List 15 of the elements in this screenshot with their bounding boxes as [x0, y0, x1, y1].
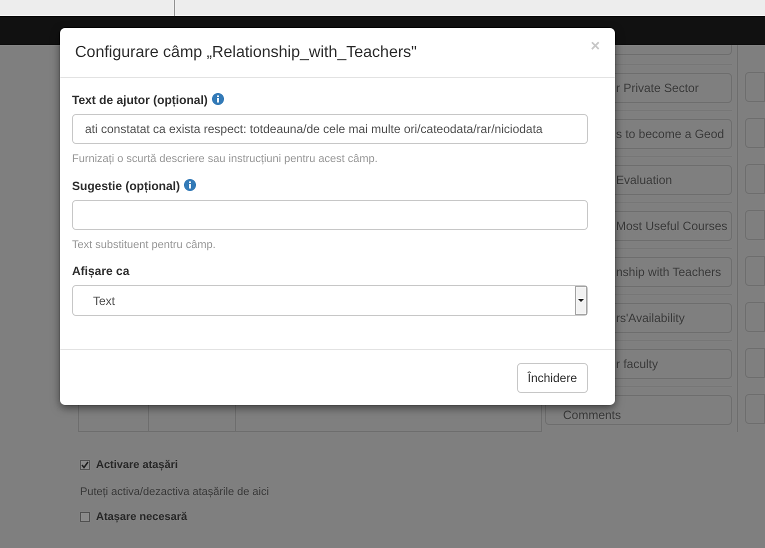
checkbox-label: Atașare necesară	[96, 510, 188, 525]
field-label: Afișare ca	[72, 264, 130, 278]
field-label: Text de ajutor (opțional)	[72, 93, 208, 107]
checkbox[interactable]	[80, 460, 90, 470]
checkbox[interactable]	[80, 512, 90, 522]
help-text: Furnizați o scurtă descriere sau instrucțiuni pentru acest câmp.	[72, 152, 379, 167]
checkbox-label: Activare atașări	[96, 458, 178, 473]
dialog-title: Configurare câmp „Relationship_with_Teachers"	[75, 42, 417, 62]
field-label: Sugestie (opțional)	[72, 178, 180, 192]
close-dialog-button[interactable]: Închidere	[516, 362, 588, 392]
help-text: Text substituent pentru câmp.	[72, 238, 217, 252]
display-select[interactable]: Text	[72, 285, 588, 316]
close-button[interactable]: ×	[590, 38, 600, 54]
help-text: Puteți activa/dezactiva atașările de aici	[80, 485, 270, 498]
text-input[interactable]: ati constatat ca exista respect: totdeauna/de cele mai multe ori/cateodata/rar/niciodata	[72, 114, 588, 144]
